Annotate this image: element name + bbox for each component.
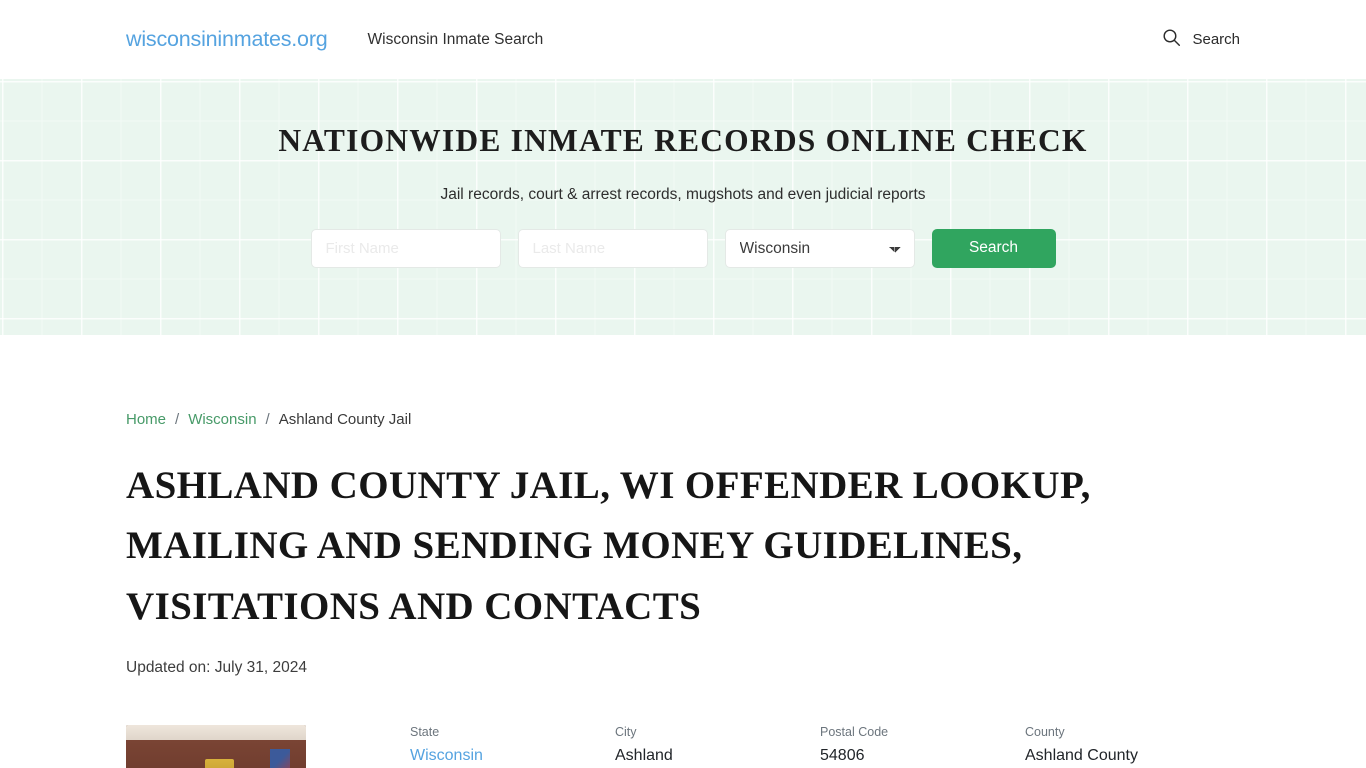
facility-field-label: Postal Code bbox=[820, 725, 889, 740]
facility-field-label: City bbox=[615, 725, 637, 740]
facility-fields: State Wisconsin City Ashland Postal Code… bbox=[410, 725, 1240, 765]
facility-field-state: State Wisconsin bbox=[410, 725, 615, 765]
breadcrumb-item-current: Ashland County Jail bbox=[278, 411, 412, 428]
state-select[interactable]: Wisconsin bbox=[724, 228, 915, 268]
last-name-input[interactable] bbox=[517, 228, 708, 268]
facility-field-value: 54806 bbox=[820, 747, 865, 765]
facility-field-value: Wisconsin bbox=[410, 747, 615, 765]
facility-field-value: Ashland County bbox=[1025, 747, 1138, 765]
first-name-input[interactable] bbox=[310, 228, 501, 268]
nav-tagline-link[interactable]: Wisconsin Inmate Search bbox=[368, 31, 544, 49]
hero-section: NATIONWIDE INMATE RECORDS ONLINE CHECK J… bbox=[0, 79, 1366, 335]
facility-field-county: County Ashland County bbox=[1025, 725, 1138, 765]
header-search-label: Search bbox=[1192, 31, 1240, 48]
breadcrumb-item-home[interactable]: Home bbox=[126, 411, 166, 428]
breadcrumb-item-wisconsin[interactable]: Wisconsin bbox=[188, 411, 256, 428]
inmate-search-form: Wisconsin Search bbox=[310, 228, 1056, 268]
main-content: Home / Wisconsin / Ashland County Jail A… bbox=[0, 335, 1366, 768]
photo-flag-layer bbox=[270, 749, 290, 768]
breadcrumb-separator: / bbox=[265, 411, 270, 428]
facility-field-city: City Ashland bbox=[615, 725, 820, 765]
photo-crest-layer bbox=[205, 758, 234, 768]
last-updated-text: Updated on: July 31, 2024 bbox=[126, 659, 307, 677]
header-search-button[interactable]: Search bbox=[1162, 28, 1240, 52]
facility-info-row: State Wisconsin City Ashland Postal Code… bbox=[126, 725, 1240, 768]
hero-search-button[interactable]: Search bbox=[931, 228, 1056, 268]
facility-photo bbox=[126, 725, 306, 768]
facility-field-postal-code: Postal Code 54806 bbox=[820, 725, 1025, 765]
page-title: ASHLAND COUNTY JAIL, WI OFFENDER LOOKUP,… bbox=[126, 464, 1091, 628]
top-navigation-bar: wisconsininmates.org Wisconsin Inmate Se… bbox=[0, 0, 1366, 79]
breadcrumb: Home / Wisconsin / Ashland County Jail bbox=[126, 335, 1240, 428]
hero-subtitle: Jail records, court & arrest records, mu… bbox=[440, 185, 926, 203]
search-icon bbox=[1162, 28, 1181, 52]
state-link[interactable]: Wisconsin bbox=[410, 747, 483, 764]
facility-field-value: Ashland bbox=[615, 747, 673, 765]
facility-field-label: County bbox=[1025, 725, 1065, 740]
facility-field-label: State bbox=[410, 725, 440, 740]
breadcrumb-separator: / bbox=[175, 411, 180, 428]
site-logo-link[interactable]: wisconsininmates.org bbox=[126, 27, 328, 52]
hero-title: NATIONWIDE INMATE RECORDS ONLINE CHECK bbox=[278, 123, 1088, 158]
